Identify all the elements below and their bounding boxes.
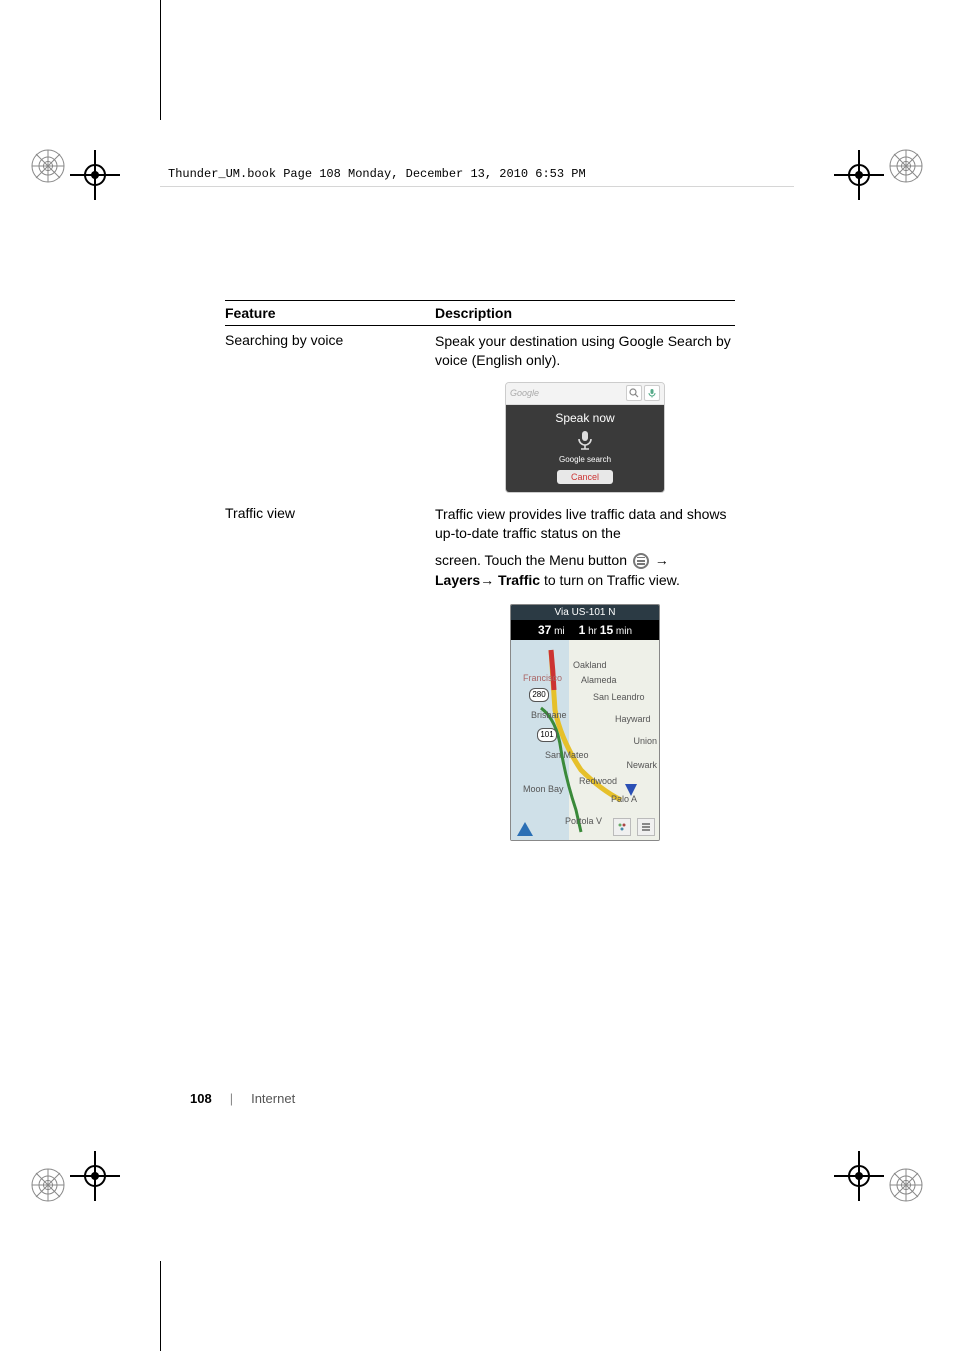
traffic-map-screenshot: Via US-101 N 37 mi 1 hr 15 min Oakland xyxy=(510,604,660,841)
traffic-label: Traffic xyxy=(498,572,540,588)
crop-mark xyxy=(70,150,120,200)
arrow-text: → xyxy=(480,572,498,588)
table-row: Searching by voice Speak your destinatio… xyxy=(225,326,735,499)
menu-icon xyxy=(633,553,649,569)
map-label: San Leandro xyxy=(593,692,645,702)
desc-text: to turn on Traffic view. xyxy=(540,572,680,588)
map-label: Redwood xyxy=(579,776,617,786)
mic-icon xyxy=(644,385,660,401)
list-button[interactable] xyxy=(637,818,655,836)
feature-description: Traffic view provides live traffic data … xyxy=(435,505,735,543)
feature-name: Traffic view xyxy=(225,505,435,842)
search-bar: Google xyxy=(506,383,664,405)
route-stats: 37 mi 1 hr 15 min xyxy=(511,620,659,640)
running-header: Thunder_UM.book Page 108 Monday, Decembe… xyxy=(168,167,586,181)
footer-separator: | xyxy=(230,1091,233,1106)
voice-search-screenshot: Google Speak now xyxy=(505,382,665,493)
layers-label: Layers xyxy=(435,572,480,588)
feature-description: screen. Touch the Menu button → xyxy=(435,551,735,570)
feature-description: Speak your destination using Google Sear… xyxy=(435,332,735,370)
miles-unit: mi xyxy=(551,626,564,637)
feature-table: Feature Description Searching by voice S… xyxy=(225,300,735,847)
table-header-row: Feature Description xyxy=(225,300,735,326)
print-registration-mark xyxy=(30,1167,66,1203)
arrow-text: → xyxy=(655,552,669,568)
table-header-description: Description xyxy=(435,305,735,321)
map-label: Oakland xyxy=(573,660,607,670)
voice-subtitle: Google search xyxy=(506,455,664,464)
feature-name: Searching by voice xyxy=(225,332,435,493)
highway-shield: 280 xyxy=(529,688,549,702)
crop-mark xyxy=(834,150,884,200)
section-name: Internet xyxy=(251,1091,295,1106)
crop-mark xyxy=(834,1151,884,1201)
table-row: Traffic view Traffic view provides live … xyxy=(225,499,735,848)
feature-description: Layers→ Traffic to turn on Traffic view. xyxy=(435,571,735,590)
page-footer: 108 | Internet xyxy=(190,1091,295,1106)
crop-line xyxy=(160,0,161,120)
voice-popup: Speak now Google search Cancel xyxy=(506,405,664,492)
navigation-arrow-icon xyxy=(517,822,533,836)
print-registration-mark xyxy=(888,1167,924,1203)
cancel-button[interactable]: Cancel xyxy=(557,470,613,484)
highway-shield: 101 xyxy=(537,728,557,742)
map-label: Brisbane xyxy=(531,710,567,720)
map-label: San Mateo xyxy=(545,750,589,760)
hours-unit: hr xyxy=(585,626,599,637)
crop-line xyxy=(160,1261,161,1351)
destination-pin-icon xyxy=(625,784,637,796)
route-name: Via US-101 N xyxy=(511,605,659,620)
crop-mark xyxy=(70,1151,120,1201)
mic-icon-large xyxy=(574,429,596,451)
map-canvas: Oakland Alameda Francisco San Leandro Ha… xyxy=(511,640,659,840)
map-label: Alameda xyxy=(581,675,617,685)
map-label: Hayward xyxy=(615,714,651,724)
miles-value: 37 xyxy=(538,623,551,637)
map-label: Moon Bay xyxy=(523,784,564,794)
map-label: Newark xyxy=(626,760,657,770)
search-icon xyxy=(626,385,642,401)
map-label: Portola V xyxy=(565,816,602,826)
search-placeholder: Google xyxy=(510,388,626,398)
page-number: 108 xyxy=(190,1091,212,1106)
minutes-value: 15 xyxy=(600,623,613,637)
map-label: Union xyxy=(633,736,657,746)
desc-text: Traffic view provides live traffic data … xyxy=(435,506,727,541)
desc-text: screen. Touch the Menu button xyxy=(435,552,631,568)
speak-now-label: Speak now xyxy=(506,411,664,425)
table-header-feature: Feature xyxy=(225,305,435,321)
page-content: Feature Description Searching by voice S… xyxy=(225,300,735,847)
layers-button[interactable] xyxy=(613,818,631,836)
print-registration-mark xyxy=(30,148,66,184)
minutes-unit: min xyxy=(613,626,632,637)
map-label: Francisco xyxy=(523,673,562,683)
header-rule xyxy=(160,186,794,187)
print-registration-mark xyxy=(888,148,924,184)
